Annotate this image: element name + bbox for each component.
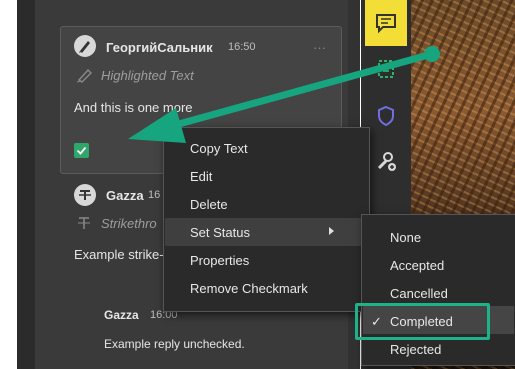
- comment-body: And this is one more: [74, 100, 193, 115]
- shield-icon[interactable]: [365, 95, 407, 137]
- comment-icon[interactable]: [365, 0, 407, 46]
- menu-item-copy-text[interactable]: Copy Text: [190, 141, 248, 156]
- tools-icon[interactable]: [365, 140, 407, 182]
- comment-time: 16: [148, 189, 161, 201]
- menu-item-set-status[interactable]: Set Status: [190, 225, 250, 240]
- strikethrough-icon: [76, 215, 92, 236]
- comment-type-label: Highlighted Text: [101, 68, 194, 83]
- menu-item-remove-checkmark[interactable]: Remove Checkmark: [190, 281, 308, 296]
- highlighter-icon: [76, 67, 94, 88]
- status-item-accepted[interactable]: Accepted: [390, 258, 444, 273]
- more-options-icon[interactable]: ···: [313, 40, 326, 55]
- comment-type-label: Strikethro: [101, 216, 157, 231]
- comment-time: 16:50: [228, 41, 256, 53]
- comment-author: Gazza: [106, 188, 144, 203]
- reply-body: Example reply unchecked.: [104, 337, 245, 351]
- strikethrough-avatar-icon: [74, 184, 96, 206]
- status-item-cancelled[interactable]: Cancelled: [390, 286, 448, 301]
- left-collapse-strip: [17, 0, 35, 369]
- context-menu: Copy Text Edit Delete Set Status Propert…: [163, 127, 370, 312]
- comment-author: ГеоргийСальник: [106, 40, 213, 55]
- status-submenu: None Accepted Cancelled ✓ Completed Reje…: [361, 214, 515, 366]
- callout-highlight-box: [355, 303, 490, 340]
- compare-icon[interactable]: [365, 48, 407, 90]
- pen-avatar-icon: [74, 35, 96, 57]
- menu-item-properties[interactable]: Properties: [190, 253, 249, 268]
- comment-checkbox[interactable]: [74, 143, 89, 158]
- menu-item-edit[interactable]: Edit: [190, 169, 212, 184]
- reply-author: Gazza: [104, 308, 139, 322]
- status-item-rejected[interactable]: Rejected: [390, 342, 441, 357]
- comment-body: Example strike-: [74, 247, 164, 262]
- submenu-arrow-icon: [329, 227, 334, 235]
- menu-item-delete[interactable]: Delete: [190, 197, 228, 212]
- status-item-none[interactable]: None: [390, 230, 421, 245]
